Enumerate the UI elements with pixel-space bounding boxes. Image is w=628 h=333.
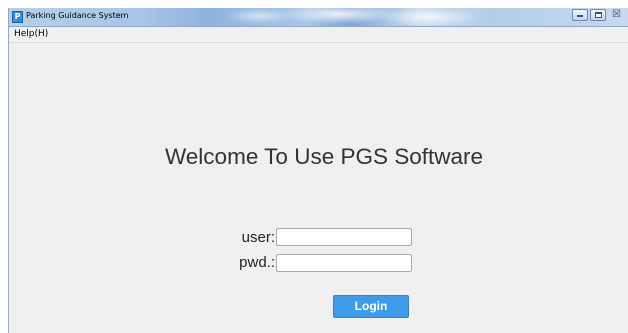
menu-item-help[interactable]: Help(H) [14, 29, 48, 39]
login-button[interactable]: Login [333, 295, 409, 318]
close-icon: ☒ [612, 9, 621, 20]
maximize-icon [595, 12, 602, 18]
welcome-heading: Welcome To Use PGS Software [164, 144, 484, 169]
app-window: P Parking Guidance System ☒ Help(H) Welc… [8, 8, 628, 333]
app-icon: P [12, 11, 23, 23]
menu-bar: Help(H) [9, 27, 628, 43]
window-controls: ☒ [572, 9, 624, 21]
user-input[interactable] [276, 228, 412, 246]
window-title: Parking Guidance System [26, 11, 129, 20]
title-bar[interactable]: P Parking Guidance System ☒ [9, 8, 628, 27]
password-input[interactable] [276, 254, 412, 272]
minimize-icon [577, 15, 583, 17]
close-button[interactable]: ☒ [608, 9, 624, 21]
password-label: pwd.: [239, 254, 275, 271]
user-label: user: [241, 229, 275, 246]
maximize-button[interactable] [590, 9, 606, 21]
minimize-button[interactable] [572, 9, 588, 21]
